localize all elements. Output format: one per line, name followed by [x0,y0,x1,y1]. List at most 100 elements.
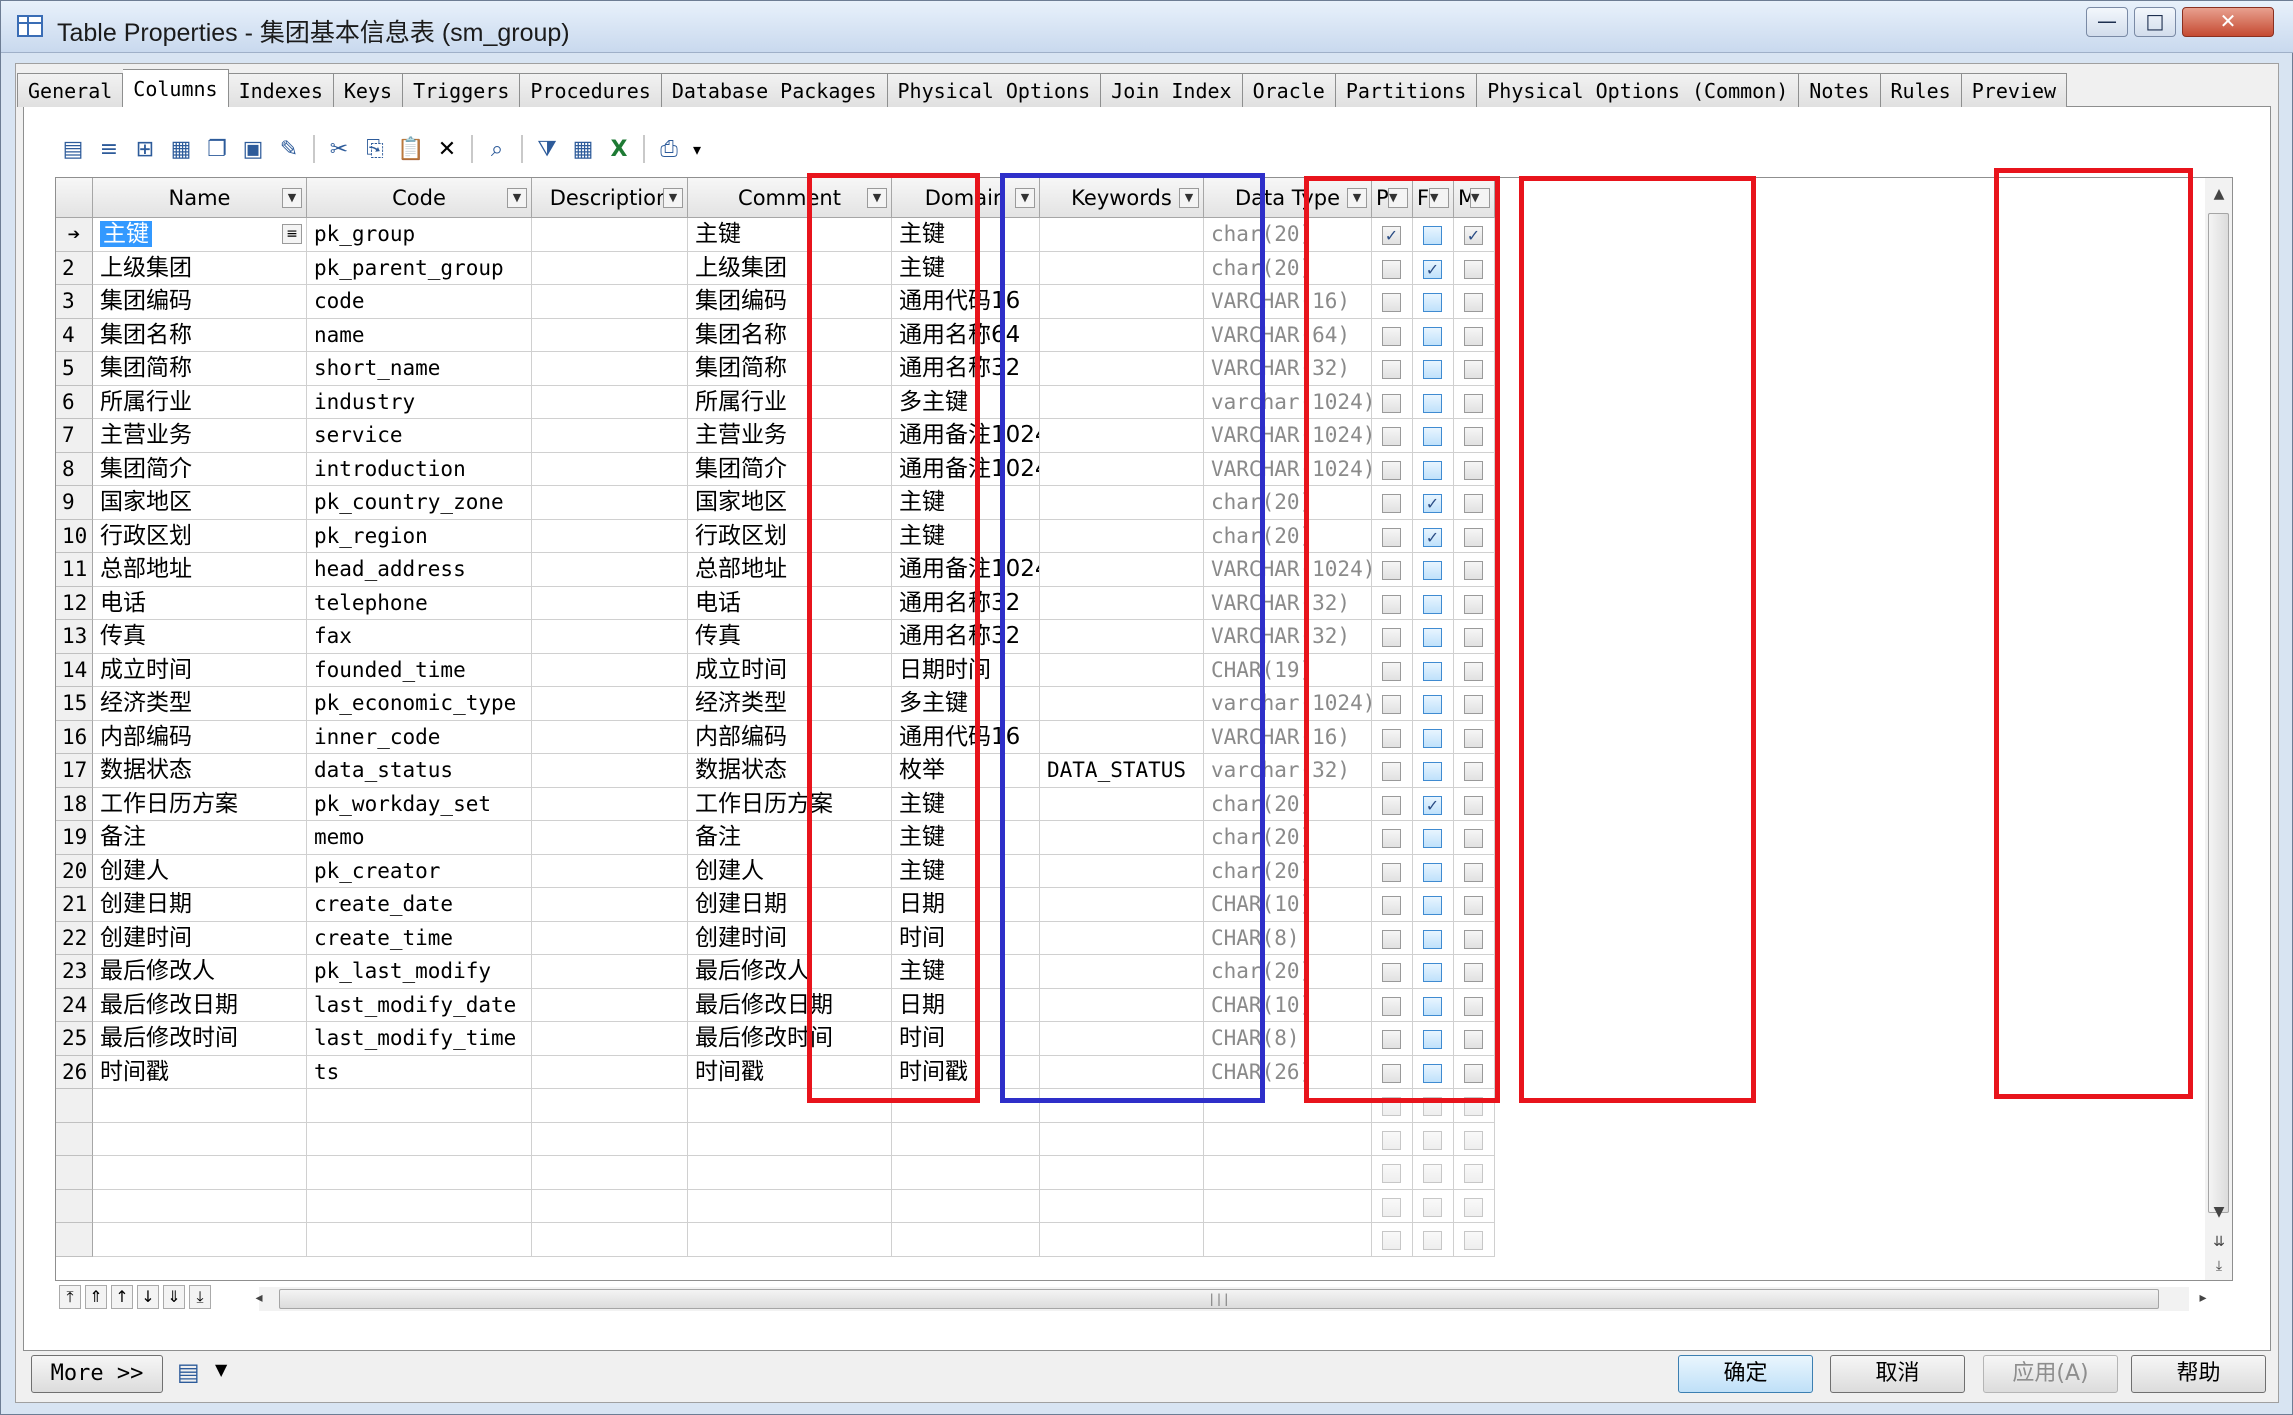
cell-domain[interactable] [892,1223,1040,1257]
cell-description[interactable] [532,754,688,788]
row-number[interactable]: 14 [56,653,93,687]
column-header-p[interactable]: P ▼ [1372,178,1413,218]
cell-data-type[interactable]: varchar(1024) [1204,385,1372,419]
row-number[interactable]: 3 [56,285,93,319]
cell-comment[interactable]: 数据状态 [688,754,892,788]
primary-key-checkbox[interactable] [1382,494,1401,513]
cell-keywords[interactable] [1040,452,1204,486]
cell-keywords[interactable] [1040,251,1204,285]
mandatory-checkbox[interactable] [1464,829,1483,848]
primary-key-checkbox[interactable] [1382,728,1401,748]
cell-data-type[interactable] [1204,1189,1372,1223]
row-number[interactable]: 16 [56,720,93,754]
cell-keywords[interactable] [1040,352,1204,386]
foreign-key-checkbox[interactable] [1423,293,1442,312]
foreign-key-checkbox[interactable] [1423,728,1442,748]
foreign-key-checkbox[interactable] [1423,393,1442,413]
row-number[interactable]: 23 [56,955,93,989]
cell-name[interactable]: 最后修改人 [93,955,307,989]
cell-keywords[interactable] [1040,653,1204,687]
mandatory-checkbox[interactable] [1464,594,1483,614]
cell-code[interactable] [307,1089,532,1123]
move-down-icon[interactable]: ↓ [137,1285,159,1309]
primary-key-checkbox[interactable] [1382,661,1401,681]
cell-comment[interactable]: 经济类型 [688,687,892,721]
cell-name[interactable]: 创建时间 [93,921,307,955]
cell-description[interactable] [532,1089,688,1123]
cell-name[interactable]: 所属行业 [93,385,307,419]
cell-name[interactable]: 集团编码 [93,285,307,319]
tab-physical-options-common[interactable]: Physical Options (Common) [1477,73,1800,107]
tab-rules[interactable]: Rules [1880,73,1962,107]
ok-button[interactable]: 确定 [1678,1355,1813,1393]
column-header-keywords[interactable]: Keywords ▼ [1040,178,1204,218]
cell-domain[interactable]: 枚举 [892,754,1040,788]
cell-comment[interactable]: 主营业务 [688,419,892,453]
cell-data-type[interactable]: VARCHAR(16) [1204,285,1372,319]
column-filter-dropdown-icon[interactable]: ▼ [663,188,683,208]
row-number[interactable] [56,1189,93,1223]
primary-key-checkbox[interactable] [1382,795,1401,815]
cell-keywords[interactable] [1040,1223,1204,1257]
properties-icon[interactable]: ▤ [55,133,91,165]
cell-code[interactable]: introduction [307,452,532,486]
cell-code[interactable] [307,1223,532,1257]
cell-keywords[interactable] [1040,821,1204,855]
foreign-key-checkbox[interactable] [1423,896,1442,915]
find-icon[interactable]: ⌕ [479,133,515,165]
cell-data-type[interactable]: char(20) [1204,821,1372,855]
cell-description[interactable] [532,1189,688,1223]
cell-code[interactable]: inner_code [307,720,532,754]
row-number[interactable]: 7 [56,419,93,453]
primary-key-checkbox[interactable] [1382,963,1401,982]
foreign-key-checkbox[interactable] [1423,628,1442,647]
horizontal-scrollbar[interactable]: ◂ ||| ▸ [255,1287,2207,1311]
cell-name[interactable]: 上级集团 [93,251,307,285]
row-number[interactable]: 12 [56,586,93,620]
row-number[interactable]: 11 [56,553,93,587]
cell-domain[interactable]: 主键 [892,821,1040,855]
primary-key-checkbox[interactable] [1382,628,1401,647]
cell-description[interactable] [532,452,688,486]
cell-name[interactable]: 集团简称 [93,352,307,386]
cell-domain[interactable]: 主键 [892,251,1040,285]
tab-join-index[interactable]: Join Index [1101,73,1243,107]
mandatory-checkbox[interactable] [1464,862,1483,882]
row-number[interactable]: 19 [56,821,93,855]
cell-code[interactable]: create_date [307,888,532,922]
cell-domain[interactable] [892,1122,1040,1156]
primary-key-checkbox[interactable] [1382,460,1401,480]
tab-database-packages[interactable]: Database Packages [661,73,888,107]
cell-code[interactable]: pk_last_modify [307,955,532,989]
mandatory-checkbox[interactable] [1464,393,1483,413]
column-filter-dropdown-icon[interactable]: ▼ [867,188,887,208]
cell-domain[interactable]: 通用备注1024 [892,419,1040,453]
cell-comment[interactable] [688,1089,892,1123]
foreign-key-checkbox[interactable] [1423,963,1442,982]
mandatory-checkbox[interactable] [1464,259,1483,279]
cell-name[interactable]: 总部地址 [93,553,307,587]
customize-columns-icon[interactable]: ▦ [565,133,601,165]
cell-domain[interactable]: 主键 [892,787,1040,821]
tab-oracle[interactable]: Oracle [1242,73,1336,107]
cell-code[interactable] [307,1189,532,1223]
cell-name[interactable]: 经济类型 [93,687,307,721]
cell-description[interactable] [532,385,688,419]
row-number[interactable]: 24 [56,988,93,1022]
cell-code[interactable]: pk_region [307,519,532,553]
cell-keywords[interactable] [1040,318,1204,352]
column-filter-dropdown-icon[interactable]: ▼ [1179,188,1199,208]
document-icon[interactable]: ▤ [177,1358,205,1388]
delete-icon[interactable]: ✕ [429,133,465,165]
move-page-up-icon[interactable]: ⇑ [85,1285,107,1309]
cell-domain[interactable]: 通用备注1024 [892,452,1040,486]
mandatory-checkbox[interactable] [1464,996,1483,1016]
dropdown-arrow-icon[interactable]: ▼ [215,1360,227,1379]
tab-partitions[interactable]: Partitions [1335,73,1478,107]
cell-data-type[interactable]: CHAR(19) [1204,653,1372,687]
tab-physical-options[interactable]: Physical Options [887,73,1102,107]
cell-keywords[interactable] [1040,285,1204,319]
cell-data-type[interactable]: VARCHAR(1024) [1204,553,1372,587]
row-number[interactable]: 15 [56,687,93,721]
cell-name[interactable] [93,1223,307,1257]
